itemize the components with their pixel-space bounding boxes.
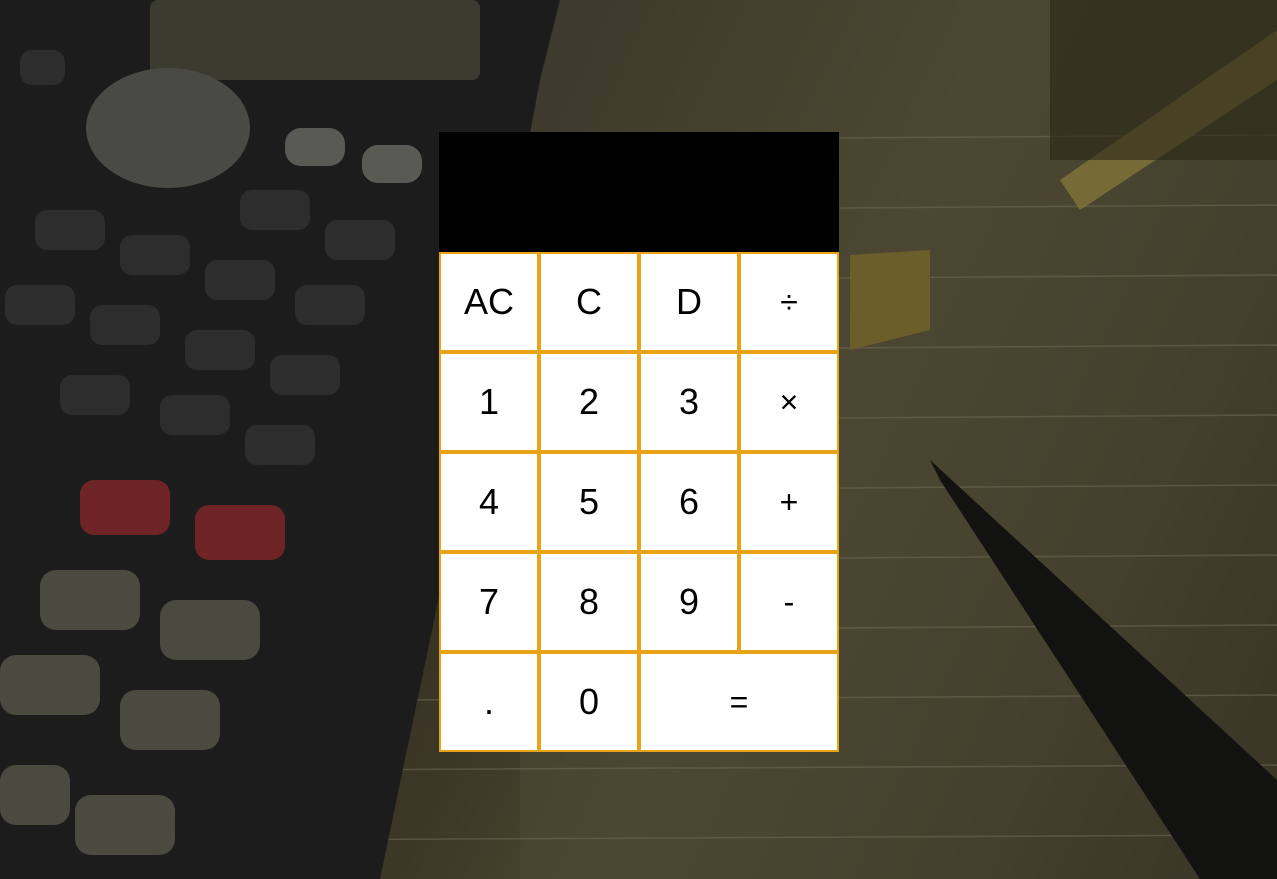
digit-4-button[interactable]: 4 xyxy=(439,452,539,552)
display-screen xyxy=(439,132,839,252)
digit-2-button[interactable]: 2 xyxy=(539,352,639,452)
digit-8-button[interactable]: 8 xyxy=(539,552,639,652)
clear-button[interactable]: C xyxy=(539,252,639,352)
digit-5-button[interactable]: 5 xyxy=(539,452,639,552)
delete-button[interactable]: D xyxy=(639,252,739,352)
digit-3-button[interactable]: 3 xyxy=(639,352,739,452)
add-button[interactable]: + xyxy=(739,452,839,552)
calculator: AC C D ÷ 1 2 3 × 4 5 6 + 7 8 9 - . 0 = xyxy=(439,132,839,752)
keypad: AC C D ÷ 1 2 3 × 4 5 6 + 7 8 9 - . 0 = xyxy=(439,252,839,752)
digit-7-button[interactable]: 7 xyxy=(439,552,539,652)
equals-button[interactable]: = xyxy=(639,652,839,752)
digit-0-button[interactable]: 0 xyxy=(539,652,639,752)
multiply-button[interactable]: × xyxy=(739,352,839,452)
digit-1-button[interactable]: 1 xyxy=(439,352,539,452)
all-clear-button[interactable]: AC xyxy=(439,252,539,352)
digit-6-button[interactable]: 6 xyxy=(639,452,739,552)
divide-button[interactable]: ÷ xyxy=(739,252,839,352)
subtract-button[interactable]: - xyxy=(739,552,839,652)
decimal-point-button[interactable]: . xyxy=(439,652,539,752)
digit-9-button[interactable]: 9 xyxy=(639,552,739,652)
